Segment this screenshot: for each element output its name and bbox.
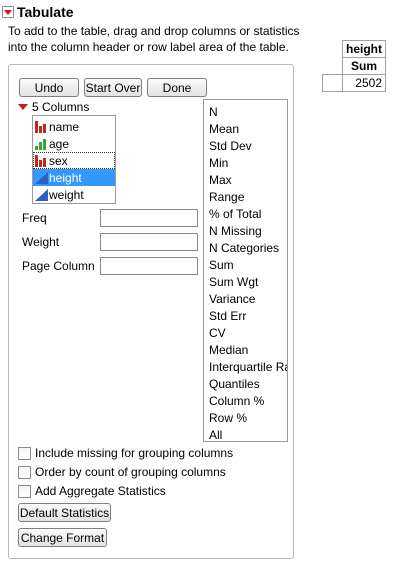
done-button[interactable]: Done: [147, 78, 207, 97]
columns-list[interactable]: name age sex height weight: [32, 115, 116, 204]
weight-field[interactable]: [100, 233, 198, 251]
column-item-name[interactable]: name: [33, 118, 115, 135]
statistic-item[interactable]: Mean: [209, 121, 239, 138]
columns-header[interactable]: 5 Columns: [18, 100, 89, 114]
statistic-item[interactable]: Sum: [209, 257, 234, 274]
column-label: sex: [49, 153, 68, 168]
freq-label: Freq: [22, 211, 47, 225]
order-by-count-checkbox[interactable]: [18, 465, 31, 479]
statistic-item[interactable]: Std Dev: [209, 138, 252, 155]
column-item-weight[interactable]: weight: [33, 186, 115, 203]
title-row: Tabulate: [2, 2, 74, 22]
order-by-count-label: Order by count of grouping columns: [35, 465, 226, 479]
order-by-count-option[interactable]: Order by count of grouping columns: [18, 464, 226, 480]
statistic-item[interactable]: N Categories: [209, 240, 279, 257]
nominal-icon: [35, 154, 48, 167]
column-item-height[interactable]: height: [33, 169, 115, 186]
statistic-item[interactable]: Min: [209, 155, 228, 172]
nominal-icon: [35, 120, 48, 133]
red-triangle-icon[interactable]: [18, 104, 28, 110]
column-label: height: [49, 170, 82, 185]
statistic-item[interactable]: Column %: [209, 393, 264, 410]
include-missing-checkbox[interactable]: [18, 446, 31, 460]
statistic-item[interactable]: Sum Wgt: [209, 274, 258, 291]
include-missing-label: Include missing for grouping columns: [35, 446, 234, 460]
statistic-item[interactable]: % of Total: [209, 206, 261, 223]
column-label: age: [49, 136, 70, 151]
ordinal-icon: [35, 138, 48, 150]
page-column-label: Page Column: [22, 259, 95, 273]
statistic-item[interactable]: CV: [209, 325, 226, 342]
statistic-item[interactable]: All: [209, 427, 222, 441]
table-cell-value: 2502: [342, 74, 386, 92]
statistic-item[interactable]: Variance: [209, 291, 255, 308]
window-title: Tabulate: [17, 4, 74, 20]
continuous-icon: [35, 171, 48, 184]
statistics-list[interactable]: N Mean Std Dev Min Max Range % of Total …: [203, 99, 288, 442]
result-table: height Sum 2502: [322, 40, 386, 92]
change-format-button[interactable]: Change Format: [18, 528, 107, 547]
continuous-icon: [35, 188, 48, 201]
aggregate-checkbox[interactable]: [18, 484, 31, 498]
freq-field[interactable]: [100, 209, 198, 227]
disclosure-icon[interactable]: [2, 6, 14, 18]
column-label: weight: [49, 187, 84, 202]
statistic-item[interactable]: Interquartile Range: [209, 359, 287, 376]
statistic-item[interactable]: Median: [209, 342, 248, 359]
statistic-header[interactable]: Sum: [342, 57, 386, 75]
aggregate-option[interactable]: Add Aggregate Statistics: [18, 483, 166, 499]
statistic-item[interactable]: N: [209, 104, 218, 121]
default-statistics-button[interactable]: Default Statistics: [18, 503, 111, 522]
statistic-item[interactable]: Range: [209, 189, 244, 206]
page-column-field[interactable]: [100, 257, 198, 275]
column-item-sex[interactable]: sex: [33, 152, 115, 169]
weight-label: Weight: [22, 235, 60, 249]
statistic-item[interactable]: Quantiles: [209, 376, 260, 393]
aggregate-label: Add Aggregate Statistics: [35, 484, 166, 498]
undo-button[interactable]: Undo: [19, 78, 79, 97]
column-item-age[interactable]: age: [33, 135, 115, 152]
include-missing-option[interactable]: Include missing for grouping columns: [18, 445, 233, 461]
columns-count-label: 5 Columns: [32, 100, 90, 114]
statistic-item[interactable]: Std Err: [209, 308, 246, 325]
instructions-text: To add to the table, drag and drop colum…: [8, 24, 300, 54]
column-label: name: [49, 119, 80, 134]
column-header[interactable]: height: [342, 40, 386, 58]
statistic-item[interactable]: Max: [209, 172, 232, 189]
start-over-button[interactable]: Start Over: [84, 78, 142, 97]
statistic-item[interactable]: N Missing: [209, 223, 262, 240]
statistic-item[interactable]: Row %: [209, 410, 247, 427]
